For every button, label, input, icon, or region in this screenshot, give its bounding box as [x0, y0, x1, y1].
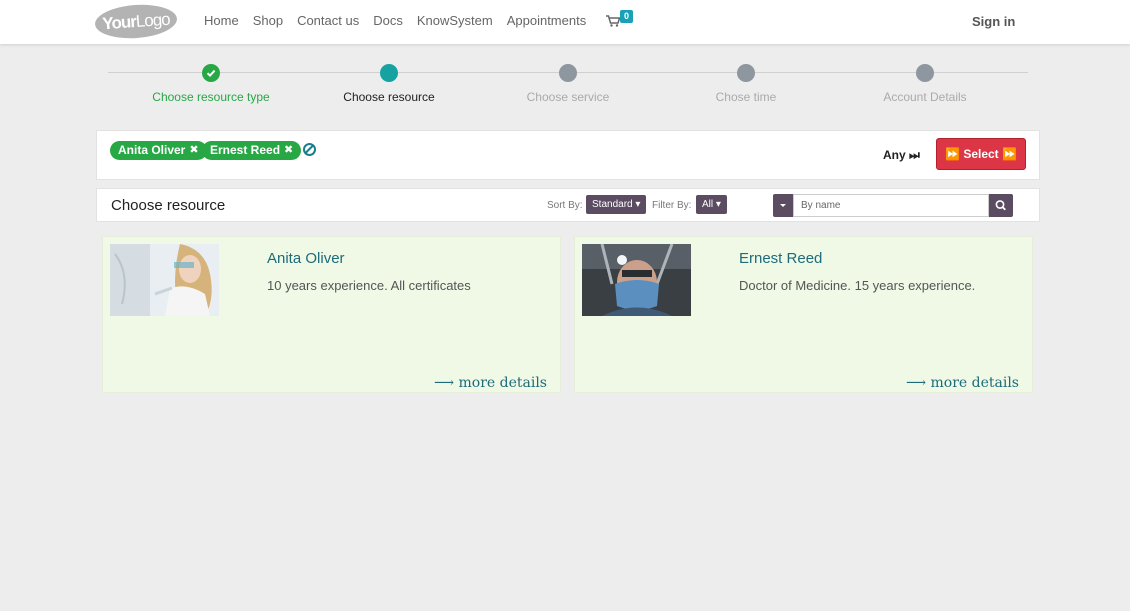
- caret-down-icon: ▾: [715, 199, 721, 210]
- selected-tag-anita-oliver[interactable]: Anita Oliver ✖: [110, 141, 207, 160]
- step-label: Chose time: [715, 90, 777, 104]
- caret-down-icon: ▾: [635, 199, 641, 210]
- filter-by-label: Filter By:: [652, 200, 692, 211]
- section-title: Choose resource: [111, 197, 226, 214]
- step-dot: [380, 64, 398, 82]
- arrow-right-icon: ⟶: [905, 375, 927, 391]
- remove-icon[interactable]: ✖: [189, 141, 198, 160]
- fast-forward-icon: ⏩: [945, 147, 960, 161]
- nav-knowsystem[interactable]: KnowSystem: [417, 13, 493, 28]
- sign-in-link[interactable]: Sign in: [972, 14, 1015, 29]
- check-icon: [202, 64, 220, 82]
- cart-icon[interactable]: [606, 15, 620, 27]
- resource-card-ernest-reed[interactable]: Ernest Reed Doctor of Medicine. 15 years…: [574, 236, 1033, 393]
- step-choose-resource[interactable]: Choose resource: [299, 64, 479, 104]
- resource-name[interactable]: Ernest Reed: [739, 250, 822, 267]
- resource-card-anita-oliver[interactable]: Anita Oliver 10 years experience. All ce…: [102, 236, 561, 393]
- more-details-link[interactable]: ⟶ more details: [906, 375, 1019, 391]
- fast-forward-icon: ⏩: [1002, 147, 1017, 161]
- step-chose-time: Chose time: [656, 64, 836, 104]
- step-dot: [737, 64, 755, 82]
- step-label: Account Details: [883, 90, 967, 104]
- select-button[interactable]: ⏩ Select ⏩: [936, 138, 1026, 170]
- nav-appointments[interactable]: Appointments: [507, 13, 587, 28]
- cart-count-badge: 0: [620, 10, 634, 23]
- step-account-details: Account Details: [835, 64, 1015, 104]
- caret-down-icon: [780, 204, 786, 207]
- resource-description: 10 years experience. All certificates: [267, 278, 471, 293]
- nav-docs[interactable]: Docs: [373, 13, 403, 28]
- step-dot: [916, 64, 934, 82]
- sort-dropdown[interactable]: Standard ▾: [586, 195, 647, 214]
- step-choose-resource-type[interactable]: Choose resource type: [121, 64, 301, 104]
- selected-tag-ernest-reed[interactable]: Ernest Reed ✖: [202, 141, 302, 160]
- clear-selection-icon[interactable]: [303, 143, 316, 156]
- sort-by-label: Sort By:: [547, 200, 583, 211]
- remove-icon[interactable]: ✖: [284, 141, 293, 160]
- step-choose-service: Choose service: [478, 64, 658, 104]
- nav-contact-us[interactable]: Contact us: [297, 13, 359, 28]
- step-label: Choose resource: [343, 90, 435, 104]
- search-input[interactable]: By name: [793, 194, 989, 217]
- surgeon-photo: [582, 244, 691, 316]
- search-button[interactable]: [989, 194, 1013, 217]
- resource-name[interactable]: Anita Oliver: [267, 250, 345, 267]
- main-nav: Home Shop Contact us Docs KnowSystem App…: [204, 13, 600, 28]
- resource-description: Doctor of Medicine. 15 years experience.: [739, 278, 976, 293]
- navbar: Your Logo Home Shop Contact us Docs KnowS…: [0, 0, 1130, 44]
- arrow-right-icon: ⟶: [433, 375, 455, 391]
- step-label: Choose resource type: [152, 90, 270, 104]
- nav-home[interactable]: Home: [204, 13, 239, 28]
- logo[interactable]: Your Logo: [93, 2, 179, 41]
- choose-resource-bar: Choose resource Sort By: Standard ▾ Filt…: [96, 188, 1040, 222]
- filter-dropdown[interactable]: All ▾: [696, 195, 727, 214]
- dentist-photo: [110, 244, 219, 316]
- step-label: Choose service: [526, 90, 610, 104]
- search-icon: [995, 200, 1006, 211]
- nav-shop[interactable]: Shop: [253, 13, 283, 28]
- any-button[interactable]: Any ⏭: [883, 148, 920, 163]
- search-options-toggle[interactable]: [773, 194, 793, 217]
- selected-resources-panel: Anita Oliver ✖ Ernest Reed ✖ Any ⏭ ⏩ Selec…: [96, 130, 1040, 180]
- more-details-link[interactable]: ⟶ more details: [434, 375, 547, 391]
- step-dot: [559, 64, 577, 82]
- fast-forward-icon: ⏭: [909, 148, 920, 162]
